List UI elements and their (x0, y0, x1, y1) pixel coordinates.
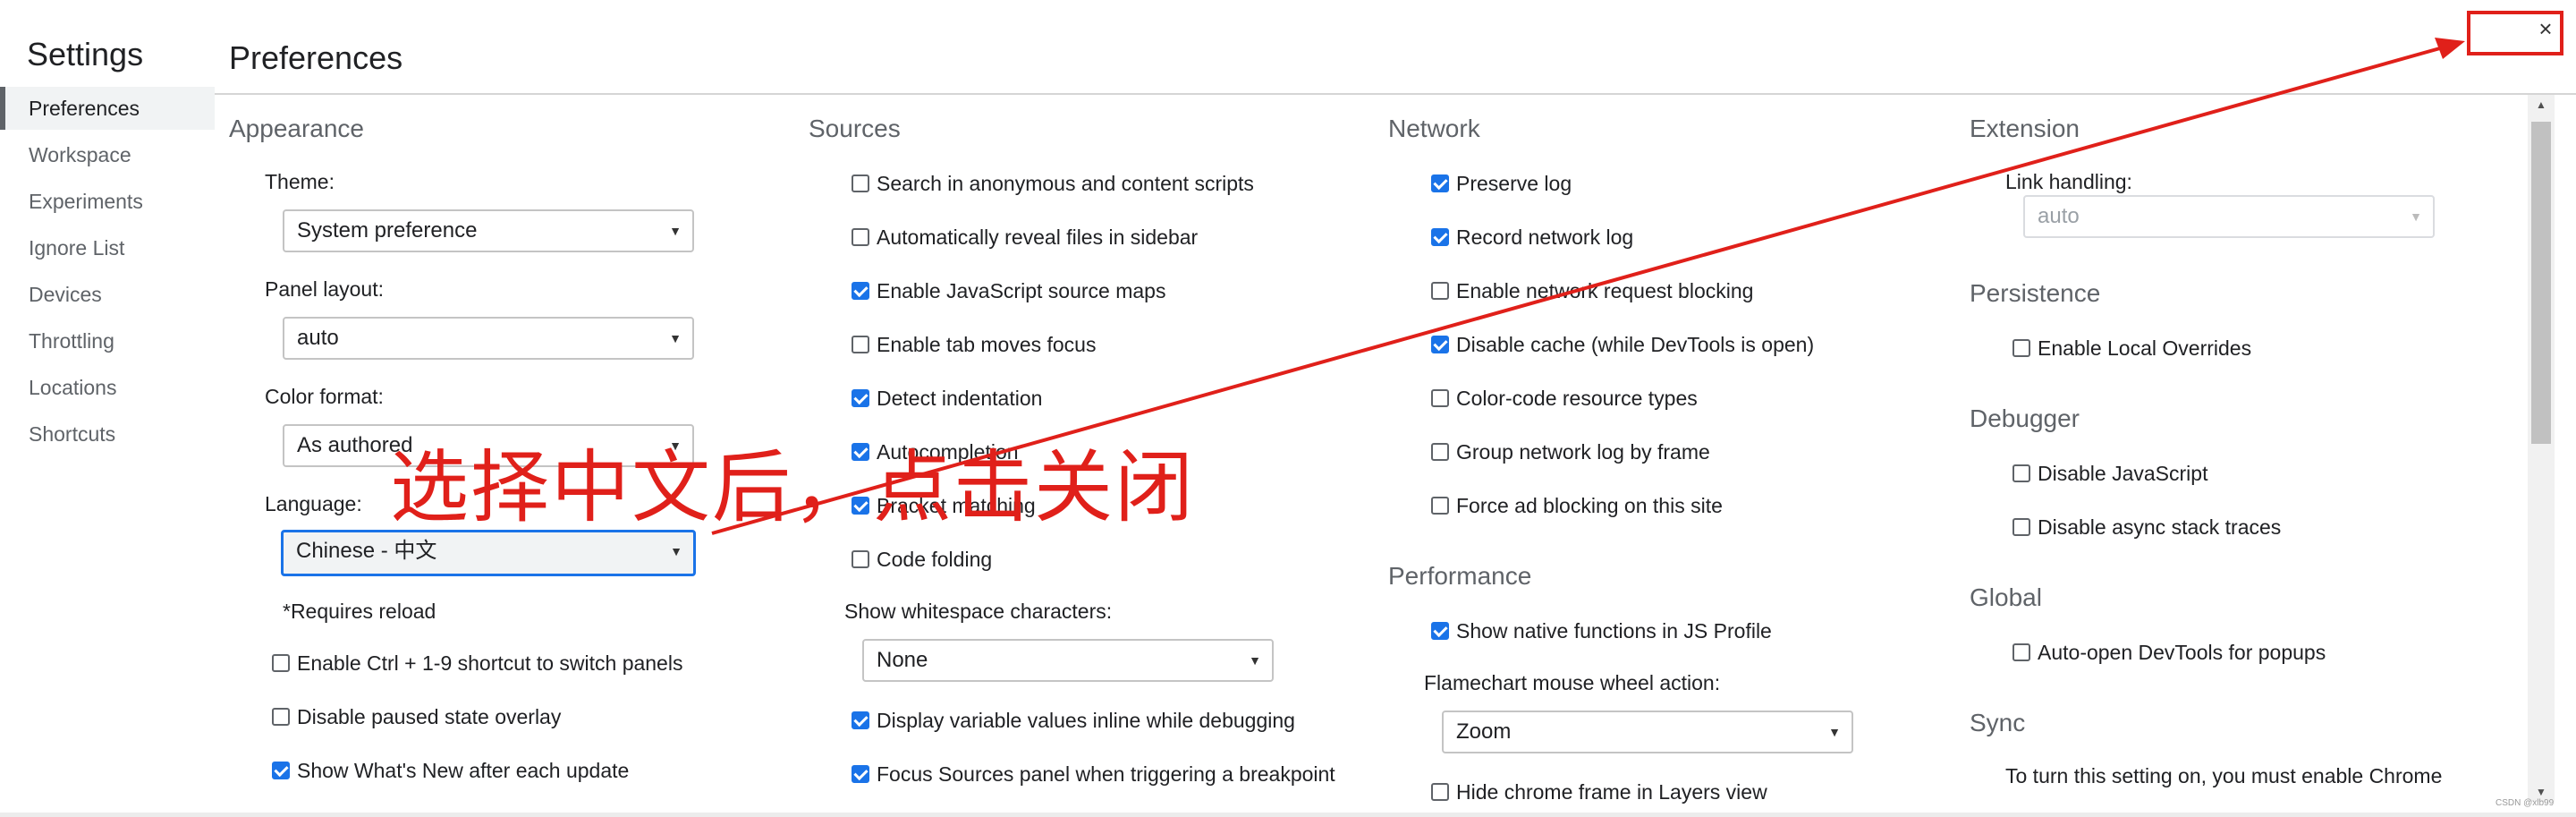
annotation-arrow-head (2435, 38, 2465, 59)
watermark-text: CSDN @xlb99 (2496, 798, 2555, 808)
annotation-text: 选择中文后，点击关闭 (390, 441, 1196, 533)
bottom-border (0, 813, 2576, 817)
annotation-arrow (711, 38, 2465, 535)
